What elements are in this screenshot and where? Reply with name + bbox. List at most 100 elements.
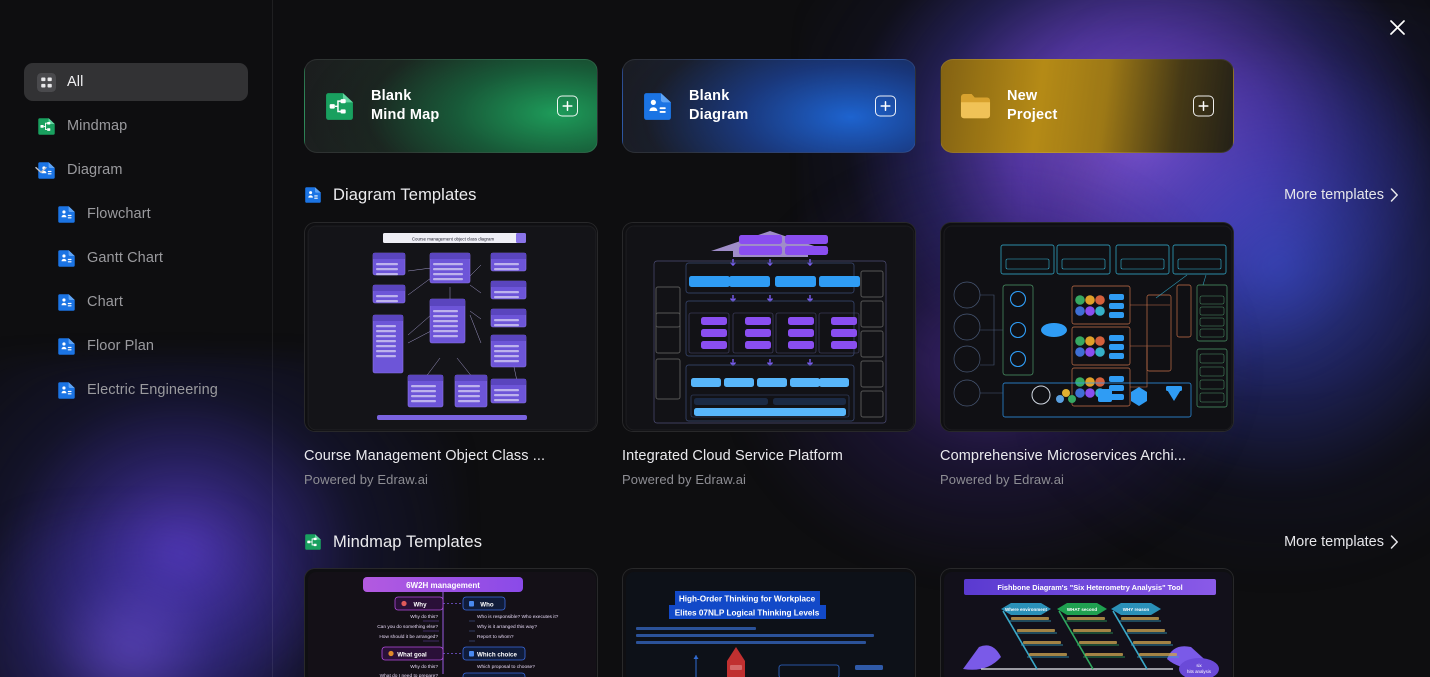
- svg-text:6W2H management: 6W2H management: [406, 581, 480, 590]
- svg-text:What do I need to prepare?: What do I need to prepare?: [380, 673, 439, 677]
- section-header-mindmap-templates: Mindmap Templates More templates: [304, 530, 1399, 554]
- quick-card-label: New Project: [1007, 87, 1058, 125]
- svg-text:Which choice: Which choice: [477, 652, 517, 659]
- template-card[interactable]: Fishbone Diagram's "Six Heterometry Anal…: [940, 568, 1234, 677]
- mindmap-file-icon: [304, 533, 322, 551]
- chevron-down-icon[interactable]: [34, 163, 48, 177]
- quick-card-new-project[interactable]: New Project: [940, 59, 1234, 153]
- sidebar-item-label: Diagram: [67, 162, 123, 178]
- more-templates-link-mindmap[interactable]: More templates: [1284, 534, 1399, 550]
- quick-create-row: Blank Mind Map Blank Diagram New Project: [304, 59, 1234, 153]
- template-row-diagram: Course management object class diagram Co…: [304, 222, 1234, 487]
- svg-text:Where environment: Where environment: [1005, 607, 1048, 612]
- sidebar-item-flowchart[interactable]: Flowchart: [44, 195, 248, 233]
- svg-text:Why: Why: [413, 602, 427, 609]
- sidebar-item-label: Flowchart: [87, 206, 151, 222]
- sidebar-item-floor-plan[interactable]: Floor Plan: [44, 327, 248, 365]
- quick-card-line1: Blank: [371, 88, 412, 104]
- quick-card-line2: Mind Map: [371, 107, 440, 123]
- sidebar-item-label: All: [67, 74, 84, 90]
- close-button[interactable]: [1382, 12, 1412, 42]
- main-content: Blank Mind Map Blank Diagram New Project Diag…: [273, 0, 1430, 677]
- svg-text:Which proposal to choose?: Which proposal to choose?: [477, 664, 535, 670]
- grid-icon: [37, 72, 56, 92]
- quick-card-line2: Diagram: [689, 107, 749, 123]
- section-header-diagram-templates: Diagram Templates More templates: [304, 183, 1399, 207]
- svg-text:High-Order Thinking for Workpl: High-Order Thinking for Workplace: [679, 595, 816, 604]
- add-button[interactable]: [557, 95, 578, 117]
- more-templates-link-diagram[interactable]: More templates: [1284, 187, 1399, 203]
- svg-text:six: six: [1196, 663, 1202, 668]
- diagram-file-icon: [57, 205, 76, 224]
- svg-text:WHY reason: WHY reason: [1123, 607, 1150, 612]
- diagram-file-icon: [642, 91, 673, 122]
- template-thumbnail[interactable]: Fishbone Diagram's "Six Heterometry Anal…: [940, 568, 1234, 677]
- sidebar-item-label: Chart: [87, 294, 123, 310]
- sidebar-item-label: Mindmap: [67, 118, 128, 134]
- sidebar: All Mindmap Diagram Flowchart Gantt Chart Cha…: [0, 0, 273, 677]
- template-card[interactable]: Integrated Cloud Service Platform Powered…: [622, 222, 916, 487]
- mindmap-file-icon: [324, 91, 355, 122]
- template-gallery-modal: All Mindmap Diagram Flowchart Gantt Chart Cha…: [0, 0, 1430, 677]
- template-author: Powered by Edraw.ai: [940, 472, 1065, 487]
- section-title: Mindmap Templates: [333, 532, 483, 551]
- quick-card-line2: Project: [1007, 107, 1058, 123]
- template-card[interactable]: Course management object class diagram Co…: [304, 222, 598, 487]
- more-templates-label: More templates: [1284, 187, 1384, 203]
- quick-card-line1: Blank: [689, 88, 730, 104]
- template-author: Powered by Edraw.ai: [622, 472, 747, 487]
- template-thumbnail[interactable]: Course management object class diagram: [304, 222, 598, 432]
- more-templates-label: More templates: [1284, 534, 1384, 550]
- sidebar-item-electric-engineering[interactable]: Electric Engineering: [44, 371, 248, 409]
- quick-card-blank-diagram[interactable]: Blank Diagram: [622, 59, 916, 153]
- svg-text:What goal: What goal: [397, 652, 427, 659]
- sidebar-item-diagram[interactable]: Diagram: [24, 151, 248, 189]
- template-thumbnail[interactable]: [940, 222, 1234, 432]
- svg-text:Course management object class: Course management object class diagram: [412, 237, 495, 242]
- svg-text:Can you do something else?: Can you do something else?: [377, 624, 438, 630]
- svg-text:Why do this?: Why do this?: [410, 614, 438, 620]
- sidebar-item-chart[interactable]: Chart: [44, 283, 248, 321]
- chevron-right-icon: [1390, 535, 1398, 549]
- close-icon: [1389, 19, 1405, 35]
- template-name: Comprehensive Microservices Archi...: [940, 448, 1187, 464]
- sidebar-item-mindmap[interactable]: Mindmap: [24, 107, 248, 145]
- add-button[interactable]: [875, 95, 896, 117]
- template-card[interactable]: 6W2H management Why Who Why do this? Can you…: [304, 568, 598, 677]
- svg-text:How should it be arranged?: How should it be arranged?: [379, 634, 438, 640]
- svg-text:Report to whom?: Report to whom?: [477, 634, 514, 640]
- svg-text:Elites 07NLP Logical Thinking: Elites 07NLP Logical Thinking Levels: [675, 609, 820, 618]
- template-row-mindmap: 6W2H management Why Who Why do this? Can you…: [304, 568, 1234, 677]
- mindmap-file-icon: [37, 117, 56, 136]
- sidebar-item-all[interactable]: All: [24, 63, 248, 101]
- svg-text:Why is it arranged this way?: Why is it arranged this way?: [477, 624, 537, 630]
- quick-card-label: Blank Mind Map: [371, 87, 439, 125]
- diagram-file-icon: [57, 337, 76, 356]
- diagram-file-icon: [57, 293, 76, 312]
- template-name: Course Management Object Class ...: [304, 448, 546, 464]
- section-title: Diagram Templates: [333, 185, 477, 204]
- template-card[interactable]: Comprehensive Microservices Archi... Powe…: [940, 222, 1234, 487]
- sidebar-item-label: Gantt Chart: [87, 250, 164, 266]
- template-thumbnail[interactable]: [622, 222, 916, 432]
- svg-text:Who: Who: [480, 602, 494, 609]
- svg-text:Fishbone Diagram's "Six Hetero: Fishbone Diagram's "Six Heterometry Anal…: [997, 583, 1182, 592]
- chevron-right-icon: [1390, 188, 1398, 202]
- folder-icon: [960, 91, 991, 122]
- svg-text:Who is responsible? Who execut: Who is responsible? Who executes it?: [477, 614, 559, 620]
- diagram-file-icon: [57, 249, 76, 268]
- quick-card-line1: New: [1007, 88, 1038, 104]
- diagram-file-icon: [57, 381, 76, 400]
- diagram-file-icon: [304, 186, 322, 204]
- template-author: Powered by Edraw.ai: [304, 472, 429, 487]
- template-thumbnail[interactable]: High-Order Thinking for Workplace Elites …: [622, 568, 916, 677]
- sidebar-item-label: Electric Engineering: [87, 382, 218, 398]
- template-card[interactable]: High-Order Thinking for Workplace Elites …: [622, 568, 916, 677]
- sidebar-item-gantt-chart[interactable]: Gantt Chart: [44, 239, 248, 277]
- template-thumbnail[interactable]: 6W2H management Why Who Why do this? Can you…: [304, 568, 598, 677]
- quick-card-label: Blank Diagram: [689, 87, 748, 125]
- svg-text:hits analysis: hits analysis: [1187, 669, 1212, 674]
- svg-text:Why do this?: Why do this?: [410, 664, 438, 670]
- quick-card-blank-mind-map[interactable]: Blank Mind Map: [304, 59, 598, 153]
- add-button[interactable]: [1193, 95, 1214, 117]
